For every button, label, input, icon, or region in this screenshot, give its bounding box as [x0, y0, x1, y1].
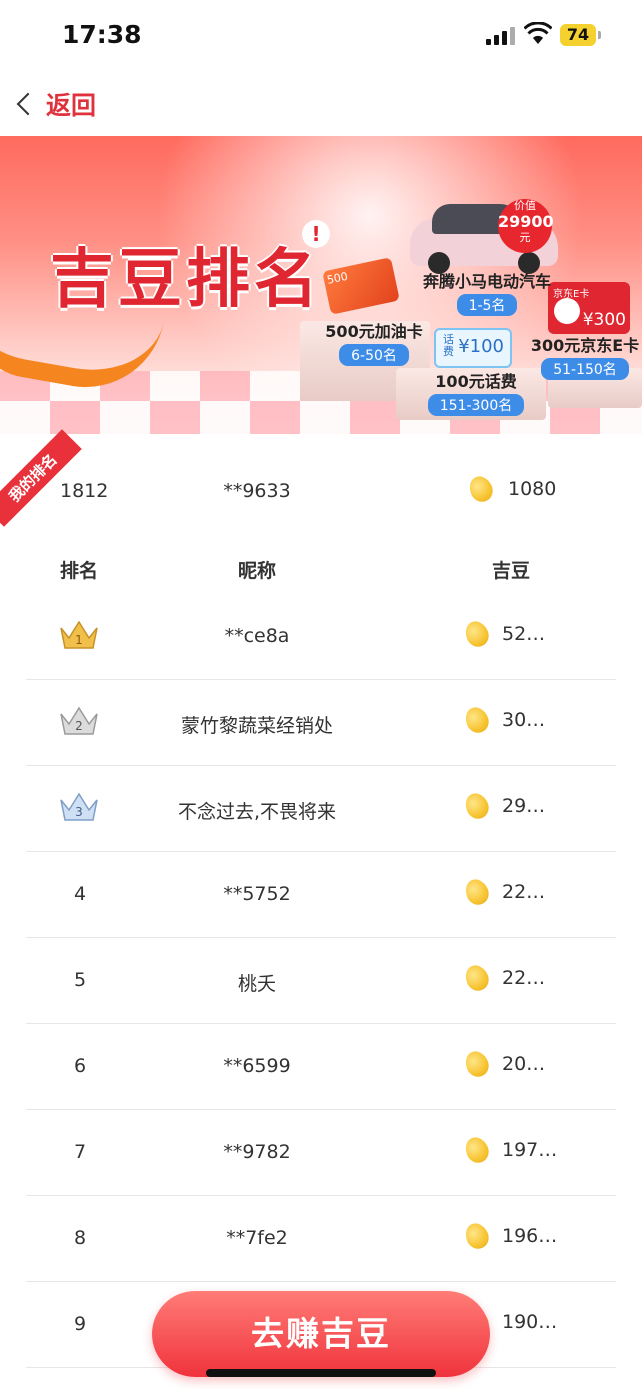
price-badge: 价值 29900 元 — [498, 199, 554, 253]
row-rank: 6 — [73, 1055, 87, 1077]
row-rank: 9 — [73, 1313, 87, 1335]
table-row: 7 **9782 197… — [0, 1110, 642, 1196]
my-rank-row: 我的排名 1812 **9633 1080 — [0, 429, 642, 546]
table-row: 8 **7fe2 196… — [0, 1196, 642, 1282]
row-beans: 22… — [502, 881, 546, 903]
home-indicator[interactable] — [206, 1369, 436, 1377]
silver-crown-icon: 2 — [60, 706, 98, 735]
status-time: 17:38 — [62, 20, 142, 49]
chevron-left-icon — [16, 92, 40, 116]
table-header: 排名 昵称 吉豆 — [0, 546, 642, 594]
bean-icon — [461, 961, 493, 995]
my-rank-tag: 我的排名 — [0, 429, 82, 527]
row-rank: 8 — [73, 1227, 87, 1249]
banner-title: 吉豆排名 — [50, 243, 322, 317]
back-button[interactable]: 返回 — [14, 86, 96, 122]
cellular-signal-icon — [486, 27, 516, 45]
my-beans: 1080 — [465, 472, 557, 506]
table-row: 6 **6599 20… — [0, 1024, 642, 1110]
row-nickname: **ce8a — [224, 625, 290, 647]
my-beans-value: 1080 — [508, 478, 557, 500]
table-row: 2 蒙竹黎蔬菜经销处 30… — [0, 680, 642, 766]
row-rank: 7 — [73, 1141, 87, 1163]
row-nickname: **9782 — [223, 1141, 291, 1163]
back-label: 返回 — [46, 91, 97, 120]
header-beans: 吉豆 — [492, 560, 531, 582]
row-beans: 20… — [502, 1053, 546, 1075]
earn-beans-button[interactable]: 去赚吉豆 — [152, 1291, 490, 1377]
svg-text:2: 2 — [75, 719, 83, 733]
bean-icon — [465, 472, 497, 506]
table-row: 5 桃夭 22… — [0, 938, 642, 1024]
wifi-icon — [524, 22, 552, 44]
table-row: 1 **ce8a 52… — [0, 594, 642, 680]
row-beans: 190… — [502, 1311, 558, 1333]
phone-credit-card-image: 话费 ¥100 — [434, 328, 512, 368]
row-beans: 52… — [502, 623, 546, 645]
svg-text:3: 3 — [75, 805, 83, 819]
row-nickname: 不念过去,不畏将来 — [177, 801, 337, 823]
bean-icon — [461, 617, 493, 651]
status-bar: 17:38 74 — [0, 0, 642, 72]
prize-car: 奔腾小马电动汽车 1-5名 — [422, 272, 551, 316]
row-nickname: **7fe2 — [226, 1227, 288, 1249]
row-beans: 196… — [502, 1225, 558, 1247]
header-nickname: 昵称 — [237, 560, 276, 582]
table-row: 3 不念过去,不畏将来 29… — [0, 766, 642, 852]
bean-icon — [461, 789, 493, 823]
row-beans: 30… — [502, 709, 546, 731]
bean-icon — [461, 1047, 493, 1081]
svg-text:1: 1 — [75, 633, 83, 647]
prize-jd-ecard: 300元京东E卡 51-150名 — [530, 336, 640, 380]
navigation-bar: 返回 — [0, 72, 642, 136]
row-beans: 22… — [502, 967, 546, 989]
bean-icon — [461, 875, 493, 909]
row-beans: 29… — [502, 795, 546, 817]
row-nickname: **5752 — [223, 883, 291, 905]
bean-icon — [461, 1133, 493, 1167]
row-rank: 4 — [73, 883, 87, 905]
bronze-crown-icon: 3 — [60, 792, 98, 821]
prize-fuel-card: 500元加油卡 6-50名 — [325, 322, 423, 366]
row-nickname: **6599 — [223, 1055, 291, 1077]
my-rank-number: 1812 — [60, 480, 109, 502]
table-row: 4 **5752 22… — [0, 852, 642, 938]
exclamation-icon: ! — [302, 220, 330, 248]
header-rank: 排名 — [60, 560, 99, 582]
ranking-banner: 吉豆排名 ! 价值 29900 元 500 话费 ¥100 京东E卡 ¥300 … — [0, 136, 642, 434]
row-nickname: 桃夭 — [237, 973, 276, 995]
gold-crown-icon: 1 — [60, 620, 98, 649]
row-beans: 197… — [502, 1139, 558, 1161]
battery-indicator: 74 — [560, 24, 601, 46]
my-nickname: **9633 — [223, 480, 291, 502]
bean-icon — [461, 703, 493, 737]
bean-icon — [461, 1219, 493, 1253]
row-nickname: 蒙竹黎蔬菜经销处 — [180, 715, 333, 737]
row-rank: 5 — [73, 969, 87, 991]
prize-phone-credit: 100元话费 151-300名 — [418, 368, 534, 416]
